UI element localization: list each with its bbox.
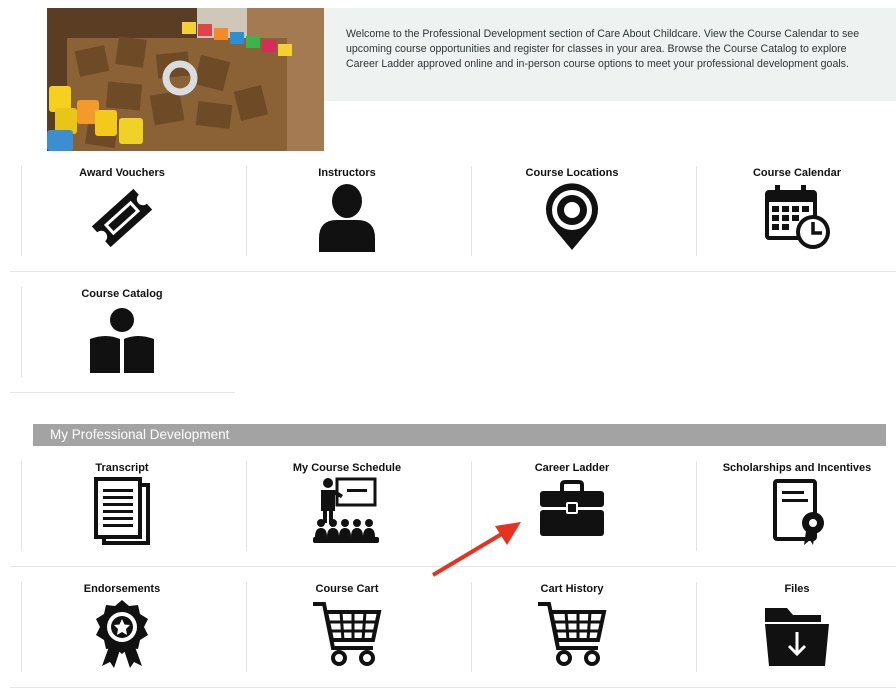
divider [696,582,697,672]
shopping-cart-icon [536,598,608,668]
course-catalog-label: Course Catalog [81,288,163,300]
scholarships-tile[interactable]: Scholarships and Incentives [685,455,896,545]
reader-book-icon [86,303,158,373]
divider [471,582,472,672]
course-calendar-tile[interactable]: Course Calendar [685,160,896,250]
course-cart-label: Course Cart [315,583,379,595]
divider [10,392,235,393]
files-tile[interactable]: Files [685,576,896,666]
course-locations-label: Course Locations [525,167,619,179]
divider [10,271,896,272]
divider [21,582,22,672]
course-cart-tile[interactable]: Course Cart [235,576,459,666]
hero-photo [47,8,324,151]
award-vouchers-tile[interactable]: Award Vouchers [10,160,234,250]
divider [246,166,247,256]
transcript-tile[interactable]: Transcript [10,455,234,545]
divider [21,287,22,377]
ticket-icon [86,182,158,252]
course-locations-tile[interactable]: Course Locations [460,160,684,250]
annotation-arrow [431,522,521,577]
person-icon [311,182,383,252]
course-catalog-tile[interactable]: Course Catalog [10,281,234,373]
documents-icon [86,477,158,547]
map-pin-icon [536,182,608,252]
classroom-icon [311,477,383,547]
divider [696,461,697,551]
divider [21,166,22,256]
shopping-cart-icon [311,598,383,668]
divider [696,166,697,256]
instructors-label: Instructors [318,167,376,179]
files-label: Files [784,583,810,595]
divider [10,687,896,688]
folder-download-icon [761,598,833,668]
briefcase-icon [536,477,608,547]
endorsements-tile[interactable]: Endorsements [10,576,234,668]
welcome-text: Welcome to the Professional Development … [346,28,860,70]
transcript-label: Transcript [95,462,149,474]
divider [21,461,22,551]
instructors-tile[interactable]: Instructors [235,160,459,252]
cart-history-tile[interactable]: Cart History [460,576,684,666]
welcome-panel: Welcome to the Professional Development … [324,8,896,101]
award-ribbon-icon [86,598,158,668]
cart-history-label: Cart History [540,583,604,595]
course-calendar-label: Course Calendar [752,167,842,179]
section-title: My Professional Development [50,427,230,442]
certificate-icon [761,477,833,547]
award-vouchers-label: Award Vouchers [79,167,165,179]
my-course-schedule-label: My Course Schedule [292,462,402,474]
career-ladder-label: Career Ladder [534,462,610,474]
divider [246,461,247,551]
scholarships-label: Scholarships and Incentives [722,462,872,474]
divider [471,166,472,256]
divider [246,582,247,672]
wooden-letters-photo [47,8,324,151]
endorsements-label: Endorsements [83,583,161,595]
calendar-clock-icon [761,182,833,252]
section-header: My Professional Development [33,424,886,446]
